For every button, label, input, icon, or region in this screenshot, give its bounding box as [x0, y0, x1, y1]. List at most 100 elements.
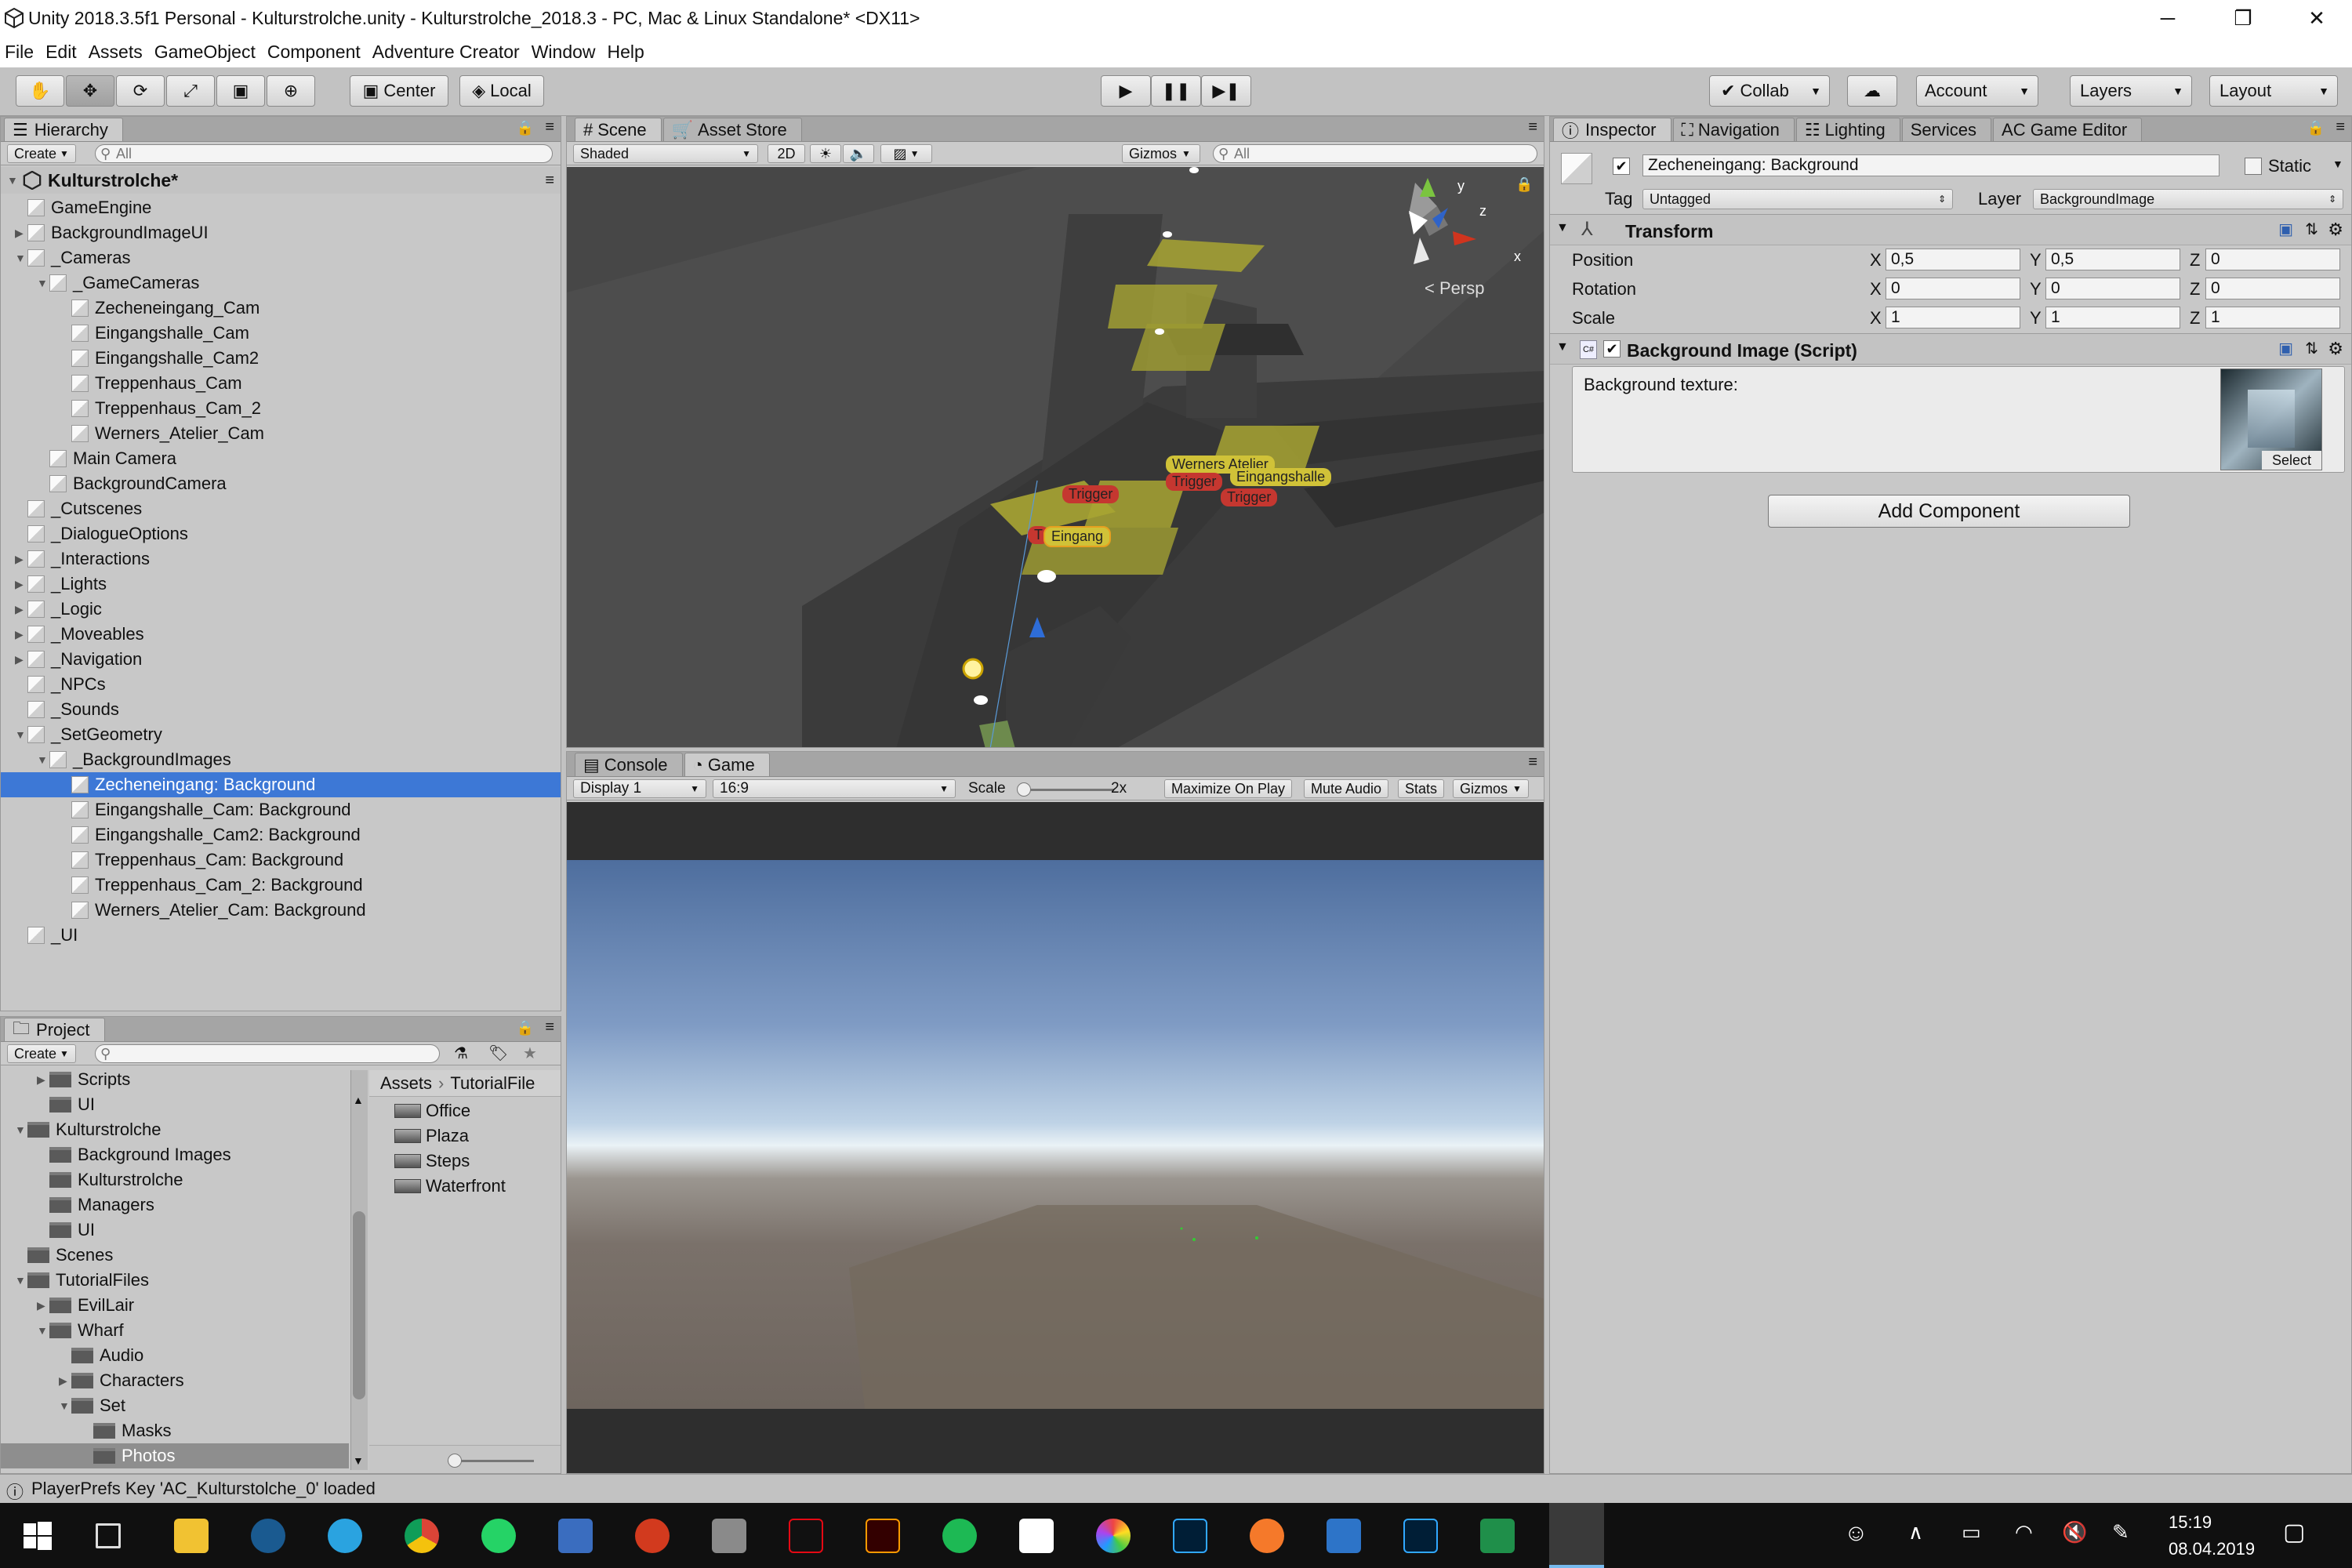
pivot-local-button[interactable]: ◈ Local	[459, 75, 544, 107]
gear-icon[interactable]: ⚙	[2328, 220, 2343, 240]
menu-help[interactable]: Help	[608, 42, 644, 63]
scene-search-input[interactable]: ⚲ All	[1213, 144, 1537, 163]
step-button[interactable]: ▶❚	[1201, 75, 1251, 107]
hierarchy-item[interactable]: ▼ _SetGeometry	[1, 722, 561, 747]
netflix-icon[interactable]	[789, 1519, 823, 1553]
project-folder-item[interactable]: Photos	[1, 1443, 349, 1468]
component-enabled-checkbox[interactable]: ✔	[1603, 340, 1621, 358]
menu-assets[interactable]: Assets	[89, 42, 143, 63]
transform-header[interactable]: ▼ ⅄ Transform ▣ ⇅ ⚙	[1550, 214, 2351, 245]
help-book-icon[interactable]: ▣	[2278, 220, 2293, 239]
expand-arrow-icon[interactable]: ▼	[15, 1274, 27, 1287]
project-search-input[interactable]: ⚲	[95, 1044, 440, 1063]
project-folder-item[interactable]: ▶ Characters	[1, 1368, 349, 1393]
hierarchy-item[interactable]: ▶ _Logic	[1, 597, 561, 622]
audio-toggle-button[interactable]: 🔈	[843, 144, 874, 163]
hierarchy-item[interactable]: _Sounds	[1, 697, 561, 722]
expand-arrow-icon[interactable]: ▶	[15, 628, 27, 641]
scroll-down-icon[interactable]: ▼	[353, 1454, 365, 1472]
hierarchy-item[interactable]: ▶ BackgroundImageUI	[1, 220, 561, 245]
menu-gameobject[interactable]: GameObject	[154, 42, 256, 63]
gear-icon[interactable]: ⚙	[2328, 339, 2343, 359]
hierarchy-item[interactable]: GameEngine	[1, 195, 561, 220]
menu-window[interactable]: Window	[532, 42, 596, 63]
transform-tool-button[interactable]: ⊕	[267, 75, 315, 107]
task-view-icon[interactable]	[96, 1523, 121, 1548]
hierarchy-item[interactable]: _NPCs	[1, 672, 561, 697]
shading-mode-dropdown[interactable]: Shaded ▼	[573, 144, 758, 163]
windows-start-icon[interactable]	[20, 1519, 55, 1553]
tab-navigation[interactable]: ⛶ Navigation	[1672, 118, 1795, 141]
lock-icon[interactable]: 🔒	[517, 1020, 534, 1036]
app-icon[interactable]	[635, 1519, 670, 1553]
scroll-up-icon[interactable]: ▲	[353, 1094, 365, 1111]
whatsapp-icon[interactable]	[481, 1519, 516, 1553]
panel-menu-icon[interactable]: ≡	[2336, 118, 2345, 136]
2d-toggle-button[interactable]: 2D	[768, 144, 805, 163]
play-button[interactable]: ▶	[1101, 75, 1151, 107]
scale-x-field[interactable]: 1	[1886, 307, 2020, 328]
chrome-icon[interactable]	[405, 1519, 439, 1553]
add-component-button[interactable]: Add Component	[1768, 495, 2130, 528]
rotation-y-field[interactable]: 0	[2045, 278, 2180, 299]
tab-lighting[interactable]: ☷ Lighting	[1795, 118, 1900, 141]
project-folder-item[interactable]: UI	[1, 1218, 349, 1243]
rotation-x-field[interactable]: 0	[1886, 278, 2020, 299]
menu-adventure-creator[interactable]: Adventure Creator	[372, 42, 520, 63]
illustrator-icon[interactable]	[866, 1519, 900, 1553]
minimize-button[interactable]: ─	[2132, 0, 2203, 36]
expand-arrow-icon[interactable]: ▶	[59, 1374, 71, 1388]
expand-arrow-icon[interactable]: ▶	[37, 1073, 49, 1087]
project-folder-item[interactable]: Background Images	[1, 1142, 349, 1167]
hierarchy-item[interactable]: ▶ _Interactions	[1, 546, 561, 572]
file-explorer-icon[interactable]	[174, 1519, 209, 1553]
pen-icon[interactable]: ✎	[2112, 1520, 2129, 1544]
spotify-icon[interactable]	[942, 1519, 977, 1553]
hierarchy-search-input[interactable]: ⚲ All	[95, 144, 553, 163]
project-folder-item[interactable]: ▶ EvilLair	[1, 1293, 349, 1318]
maximize-on-play-toggle[interactable]: Maximize On Play	[1164, 779, 1293, 798]
hierarchy-item[interactable]: Eingangshalle_Cam2	[1, 346, 561, 371]
help-book-icon[interactable]: ▣	[2278, 339, 2293, 358]
hierarchy-item[interactable]: ▼ _Cameras	[1, 245, 561, 270]
hierarchy-item[interactable]: _UI	[1, 923, 561, 948]
preset-icon[interactable]: ⇅	[2305, 339, 2318, 358]
hierarchy-item[interactable]: Werners_Atelier_Cam	[1, 421, 561, 446]
hierarchy-item[interactable]: Zecheneingang: Background	[1, 772, 561, 797]
app-icon[interactable]	[1096, 1519, 1131, 1553]
tab-inspector[interactable]: ⓘ Inspector	[1553, 118, 1671, 141]
tab-console[interactable]: ▤ Console	[575, 753, 683, 776]
expand-arrow-icon[interactable]: ▼	[37, 753, 49, 766]
rotation-z-field[interactable]: 0	[2205, 278, 2340, 299]
tab-hierarchy[interactable]: ☰ Hierarchy	[4, 118, 123, 141]
expand-arrow-icon[interactable]: ▼	[15, 728, 27, 741]
hierarchy-item[interactable]: Treppenhaus_Cam: Background	[1, 848, 561, 873]
hierarchy-item[interactable]: Eingangshalle_Cam2: Background	[1, 822, 561, 848]
project-folder-item[interactable]: UI	[1, 1092, 349, 1117]
blender-icon[interactable]	[1250, 1519, 1284, 1553]
scale-y-field[interactable]: 1	[2045, 307, 2180, 328]
tab-project[interactable]: 🗀 Project	[4, 1018, 105, 1041]
app-icon[interactable]	[712, 1519, 746, 1553]
notification-icon[interactable]: ▢	[2283, 1519, 2305, 1546]
people-icon[interactable]: ☺	[1844, 1520, 1868, 1547]
expand-arrow-icon[interactable]: ▼	[37, 1324, 49, 1337]
project-folder-item[interactable]: ▼ Kulturstrolche	[1, 1117, 349, 1142]
hierarchy-item[interactable]: ▼ _BackgroundImages	[1, 747, 561, 772]
collapse-arrow-icon[interactable]: ▼	[7, 174, 20, 187]
trigger-label-1[interactable]: Trigger	[1062, 485, 1120, 503]
hierarchy-item[interactable]: Treppenhaus_Cam_2	[1, 396, 561, 421]
hierarchy-item[interactable]: Main Camera	[1, 446, 561, 471]
zoom-slider-thumb[interactable]	[448, 1454, 462, 1468]
preset-icon[interactable]: ⇅	[2305, 220, 2318, 239]
stats-toggle[interactable]: Stats	[1398, 779, 1445, 798]
app-icon[interactable]	[558, 1519, 593, 1553]
collab-dropdown[interactable]: ✔ Collab ▼	[1709, 75, 1830, 107]
favorites-star-icon[interactable]: ★	[523, 1044, 537, 1063]
perspective-label[interactable]: < Persp	[1425, 278, 1484, 299]
menu-component[interactable]: Component	[267, 42, 361, 63]
expand-arrow-icon[interactable]: ▶	[15, 227, 27, 240]
app-icon[interactable]	[1480, 1519, 1515, 1553]
filter-type-icon[interactable]: ⚗	[454, 1044, 468, 1063]
scrollbar-thumb[interactable]	[353, 1211, 365, 1399]
